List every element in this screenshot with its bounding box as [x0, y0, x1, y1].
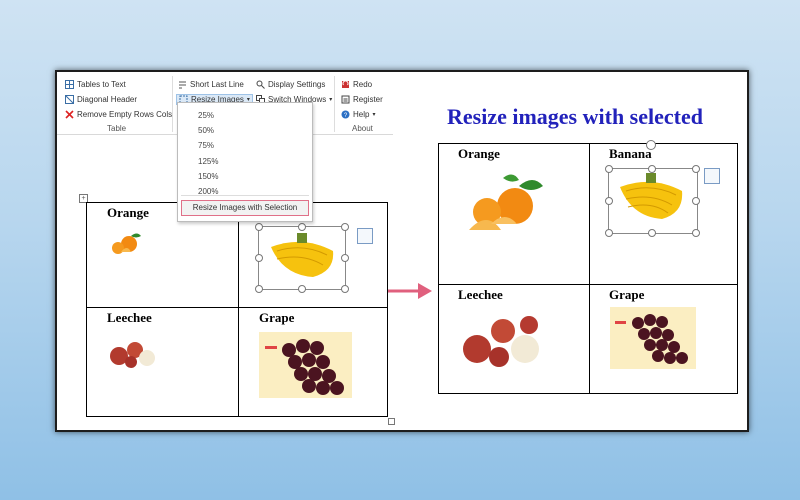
cell-label-orange: Orange	[458, 146, 500, 161]
help-button[interactable]: ? Help ▾	[341, 110, 375, 119]
group-separator	[334, 76, 335, 132]
diagonal-header-label: Diagonal Header	[77, 95, 138, 104]
diagonal-header-icon	[65, 95, 74, 104]
search-icon	[256, 80, 265, 89]
redo-label: Redo	[353, 80, 373, 89]
tables-to-text-button[interactable]: Tables to Text	[65, 80, 126, 89]
diagonal-header-button[interactable]: Diagonal Header	[65, 95, 137, 104]
cell-label-leechee: Leechee	[458, 287, 503, 302]
group-separator	[172, 76, 173, 132]
resize-handle[interactable]	[605, 197, 613, 205]
image-selection-box[interactable]	[258, 226, 346, 290]
remove-rows-icon	[65, 110, 74, 119]
orange-image	[459, 168, 545, 238]
resize-handle[interactable]	[648, 229, 656, 237]
short-last-line-label: Short Last Line	[190, 80, 244, 89]
table-resize-handle[interactable]	[388, 418, 395, 425]
tables-to-text-label: Tables to Text	[77, 80, 126, 89]
dropdown-option-50[interactable]: 50%	[198, 126, 214, 135]
short-last-line-button[interactable]: Short Last Line	[178, 80, 244, 89]
resize-with-selection-option[interactable]: Resize Images with Selection	[181, 200, 309, 216]
table-cell[interactable]: Leechee	[86, 307, 239, 417]
about-group-label: About	[352, 124, 373, 133]
resize-handle[interactable]	[648, 165, 656, 173]
left-table: Orange Leechee Grape	[86, 202, 388, 417]
display-settings-button[interactable]: Display Settings	[256, 80, 325, 89]
cell-label-orange: Orange	[107, 205, 149, 220]
grape-image	[259, 332, 352, 398]
resize-handle[interactable]	[341, 285, 349, 293]
cell-label-grape: Grape	[609, 287, 645, 302]
resize-handle[interactable]	[298, 285, 306, 293]
leechee-image	[107, 332, 159, 370]
image-selection-box[interactable]	[608, 168, 698, 234]
cell-label-grape: Grape	[259, 310, 295, 325]
display-settings-label: Display Settings	[268, 80, 326, 89]
table-cell[interactable]: Grape	[589, 284, 738, 394]
dropdown-option-75[interactable]: 75%	[198, 141, 214, 150]
dropdown-option-125[interactable]: 125%	[198, 157, 218, 166]
table-group-label: Table	[107, 124, 127, 133]
short-line-icon	[179, 81, 186, 89]
rotate-handle-icon[interactable]	[646, 140, 656, 150]
register-label: Register	[353, 95, 383, 104]
chevron-down-icon: ▾	[372, 112, 376, 118]
chevron-down-icon: ▾	[329, 97, 333, 103]
dropdown-option-150[interactable]: 150%	[198, 172, 218, 181]
resize-handle[interactable]	[692, 165, 700, 173]
right-table: Orange Banana Leechee Grape	[438, 140, 738, 394]
register-icon	[341, 95, 350, 104]
redo-button[interactable]: Redo	[341, 80, 372, 89]
arrow-right-icon	[388, 283, 432, 299]
redo-icon	[342, 80, 349, 88]
register-button[interactable]: Register	[341, 95, 383, 104]
table-cell[interactable]: Grape	[238, 307, 388, 417]
layout-options-icon[interactable]	[357, 228, 373, 244]
resize-handle[interactable]	[255, 254, 263, 262]
resize-handle[interactable]	[341, 223, 349, 231]
orange-image	[107, 229, 143, 257]
table-cell[interactable]: Orange	[438, 143, 590, 285]
resize-handle[interactable]	[605, 165, 613, 173]
dropdown-separator	[181, 195, 309, 196]
remove-empty-rows-button[interactable]: Remove Empty Rows Cols	[65, 110, 172, 119]
leechee-image	[459, 309, 545, 371]
help-icon: ?	[341, 110, 350, 119]
resize-handle[interactable]	[692, 229, 700, 237]
resize-handle[interactable]	[341, 254, 349, 262]
cell-label-banana: Banana	[609, 146, 652, 161]
dropdown-option-25[interactable]: 25%	[198, 111, 214, 120]
table-cell[interactable]: Banana	[589, 140, 738, 285]
resize-handle[interactable]	[298, 223, 306, 231]
layout-options-icon[interactable]	[704, 168, 720, 184]
result-title: Resize images with selected	[447, 104, 703, 129]
cell-label-leechee: Leechee	[107, 310, 152, 325]
table-text-icon	[65, 80, 74, 89]
table-cell[interactable]: Leechee	[438, 284, 590, 394]
resize-handle[interactable]	[692, 197, 700, 205]
resize-handle[interactable]	[255, 223, 263, 231]
resize-handle[interactable]	[605, 229, 613, 237]
help-label: Help	[353, 110, 370, 119]
grape-image	[610, 307, 696, 369]
remove-empty-rows-label: Remove Empty Rows Cols	[77, 110, 173, 119]
resize-handle[interactable]	[255, 285, 263, 293]
resize-images-dropdown: 25% 50% 75% 125% 150% 200% Resize Images…	[177, 102, 313, 222]
